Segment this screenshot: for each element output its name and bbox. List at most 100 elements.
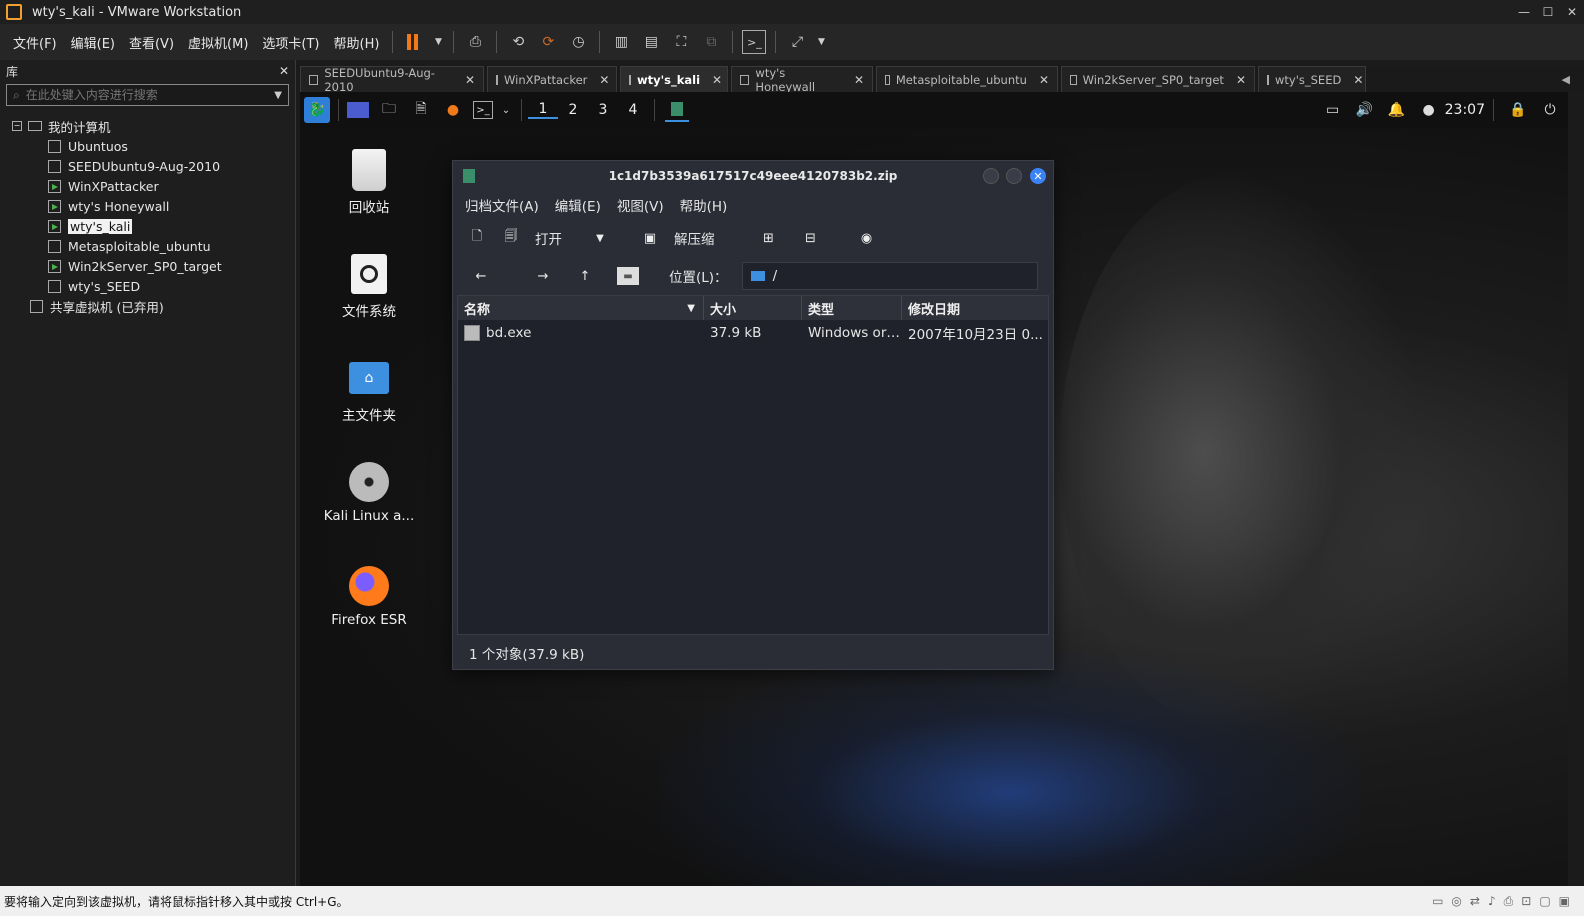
tab-close-icon[interactable]: ✕	[842, 73, 864, 87]
extract-icon[interactable]: ▣	[642, 230, 658, 246]
menu-help[interactable]: 帮助(H)	[327, 33, 387, 52]
display-icon[interactable]: ▭	[1321, 98, 1345, 122]
workspace-3[interactable]: 3	[588, 102, 618, 118]
desktop-icon-home[interactable]: ⌂ 主文件夹	[314, 358, 424, 424]
stretch-guest-icon[interactable]: ⤢	[785, 30, 809, 54]
workspace-2[interactable]: 2	[558, 102, 588, 118]
close-window-button[interactable]: ✕	[1560, 5, 1584, 19]
extract-button[interactable]: 解压缩	[674, 228, 715, 248]
tree-vm-item[interactable]: Metasploitable_ubuntu	[0, 236, 295, 256]
launcher-dropdown-icon[interactable]: ⌄	[501, 98, 511, 122]
menu-view[interactable]: 查看(V)	[122, 33, 181, 52]
archive-maximize-button[interactable]	[1006, 168, 1022, 184]
volume-icon[interactable]: 🔊	[1353, 98, 1377, 122]
terminal-icon[interactable]: >_	[473, 101, 493, 119]
tree-shared-vms[interactable]: 共享虚拟机 (已弃用)	[0, 296, 295, 316]
workspace-4[interactable]: 4	[618, 102, 648, 118]
send-ctrl-alt-del-icon[interactable]: ⎙	[463, 30, 487, 54]
sound-status-icon[interactable]: ♪	[1488, 894, 1496, 909]
tab-wtys-kali[interactable]: wty's_kali ✕	[620, 66, 728, 92]
tab-close-icon[interactable]: ✕	[700, 73, 722, 87]
folder-view-icon[interactable]: ▬	[617, 267, 639, 285]
forward-arrow-icon[interactable]: →	[535, 268, 551, 284]
location-field[interactable]: /	[741, 262, 1038, 290]
tree-vm-item[interactable]: SEEDUbuntu9-Aug-2010	[0, 156, 295, 176]
pause-dropdown-icon[interactable]: ▼	[432, 30, 444, 54]
display-status-icon[interactable]: ▢	[1539, 894, 1550, 909]
desktop-icon-trash[interactable]: 回收站	[314, 149, 424, 216]
text-editor-icon[interactable]: 🗎	[409, 98, 433, 122]
snapshot-manager-icon[interactable]: ◷	[566, 30, 590, 54]
archive-menu-view[interactable]: 视图(V)	[611, 195, 670, 215]
new-archive-icon[interactable]: 🗋	[469, 229, 485, 246]
kali-menu-icon[interactable]: 🐉	[304, 97, 330, 123]
fullscreen-icon[interactable]: ⛶	[669, 30, 693, 54]
search-dropdown-icon[interactable]: ▼	[274, 90, 282, 101]
message-status-icon[interactable]: ▣	[1559, 894, 1570, 909]
add-files-icon[interactable]: ⊞	[761, 230, 777, 246]
stop-icon[interactable]: ◉	[859, 230, 875, 246]
archive-menu-help[interactable]: 帮助(H)	[674, 195, 734, 215]
column-name[interactable]: 名称 ▼	[458, 296, 704, 320]
thumbnail-bar-icon[interactable]: ▤	[639, 30, 663, 54]
open-button[interactable]: 打开	[535, 228, 562, 248]
desktop-icon-kali-disc[interactable]: Kali Linux a...	[314, 462, 424, 524]
column-modified[interactable]: 修改日期	[902, 296, 1048, 320]
console-view-icon[interactable]: >_	[742, 30, 767, 54]
tree-vm-item-selected[interactable]: wty's_kali	[0, 216, 295, 236]
up-arrow-icon[interactable]: ↑	[577, 268, 593, 284]
pause-button[interactable]	[402, 30, 426, 54]
tab-close-icon[interactable]: ✕	[1341, 73, 1363, 87]
tab-close-icon[interactable]: ✕	[453, 73, 475, 87]
menu-tabs[interactable]: 选项卡(T)	[255, 33, 326, 52]
open-dropdown-icon[interactable]: ▼	[592, 230, 608, 246]
minimize-button[interactable]: —	[1512, 5, 1536, 19]
menu-vm[interactable]: 虚拟机(M)	[181, 33, 255, 52]
open-archive-icon[interactable]: 🗐	[503, 229, 519, 246]
cd-status-icon[interactable]: ◎	[1451, 894, 1461, 909]
hard-disk-status-icon[interactable]: ▭	[1432, 894, 1443, 909]
desktop-icon-filesystem[interactable]: 文件系统	[314, 254, 424, 320]
library-search-input[interactable]	[25, 88, 275, 102]
lock-screen-icon[interactable]: 🔒	[1506, 98, 1530, 122]
firefox-launcher-icon[interactable]: ●	[441, 98, 465, 122]
menu-file[interactable]: 文件(F)	[6, 33, 64, 52]
archive-menu-edit[interactable]: 编辑(E)	[549, 195, 607, 215]
tab-close-icon[interactable]: ✕	[1224, 73, 1246, 87]
tab-metasploitable[interactable]: Metasploitable_ubuntu ✕	[876, 66, 1058, 92]
back-arrow-icon[interactable]: ←	[473, 268, 489, 284]
snapshot-icon[interactable]: ⟲	[506, 30, 530, 54]
archive-menu-archive[interactable]: 归档文件(A)	[459, 195, 545, 215]
tab-winxpattacker[interactable]: WinXPattacker ✕	[487, 66, 617, 92]
file-row[interactable]: bd.exe 37.9 kB Windows or… 2007年10月23日 0…	[458, 320, 1048, 346]
file-manager-icon[interactable]: 🗀	[377, 98, 401, 122]
printer-status-icon[interactable]: ⎙	[1504, 894, 1514, 909]
logout-icon[interactable]: ⏻	[1538, 98, 1562, 122]
tab-wtys-seed[interactable]: wty's_SEED ✕	[1258, 66, 1366, 92]
archive-titlebar[interactable]: 1c1d7b3539a617517c49eee4120783b2.zip ✕	[453, 161, 1053, 191]
tab-close-icon[interactable]: ✕	[587, 73, 609, 87]
column-size[interactable]: 大小	[704, 296, 802, 320]
archive-close-button[interactable]: ✕	[1030, 168, 1046, 184]
menu-edit[interactable]: 编辑(E)	[64, 33, 122, 52]
usb-status-icon[interactable]: ⊡	[1521, 894, 1531, 909]
panel-clock[interactable]: 23:07	[1445, 102, 1485, 118]
library-search[interactable]: ⌕ ▼	[6, 84, 289, 106]
collapse-icon[interactable]: −	[12, 121, 22, 131]
unity-icon[interactable]: ⧉	[699, 30, 723, 54]
tree-vm-item[interactable]: wty's Honeywall	[0, 196, 295, 216]
workspace-1[interactable]: 1	[528, 101, 558, 119]
column-type[interactable]: 类型	[802, 296, 902, 320]
notification-bell-icon[interactable]: 🔔	[1385, 98, 1409, 122]
add-folder-icon[interactable]: ⊟	[803, 230, 819, 246]
tab-close-icon[interactable]: ✕	[1027, 73, 1049, 87]
tree-vm-item[interactable]: Win2kServer_SP0_target	[0, 256, 295, 276]
tab-seedubuntu[interactable]: SEEDUbuntu9-Aug-2010 ✕	[300, 66, 484, 94]
show-desktop-icon[interactable]	[347, 102, 369, 118]
tree-vm-item[interactable]: Ubuntuos	[0, 136, 295, 156]
tree-vm-item[interactable]: WinXPattacker	[0, 176, 295, 196]
power-status-icon[interactable]: ●	[1417, 98, 1441, 122]
library-close-button[interactable]: ✕	[279, 64, 289, 78]
tree-root[interactable]: − 我的计算机	[0, 116, 295, 136]
archive-minimize-button[interactable]	[983, 168, 999, 184]
